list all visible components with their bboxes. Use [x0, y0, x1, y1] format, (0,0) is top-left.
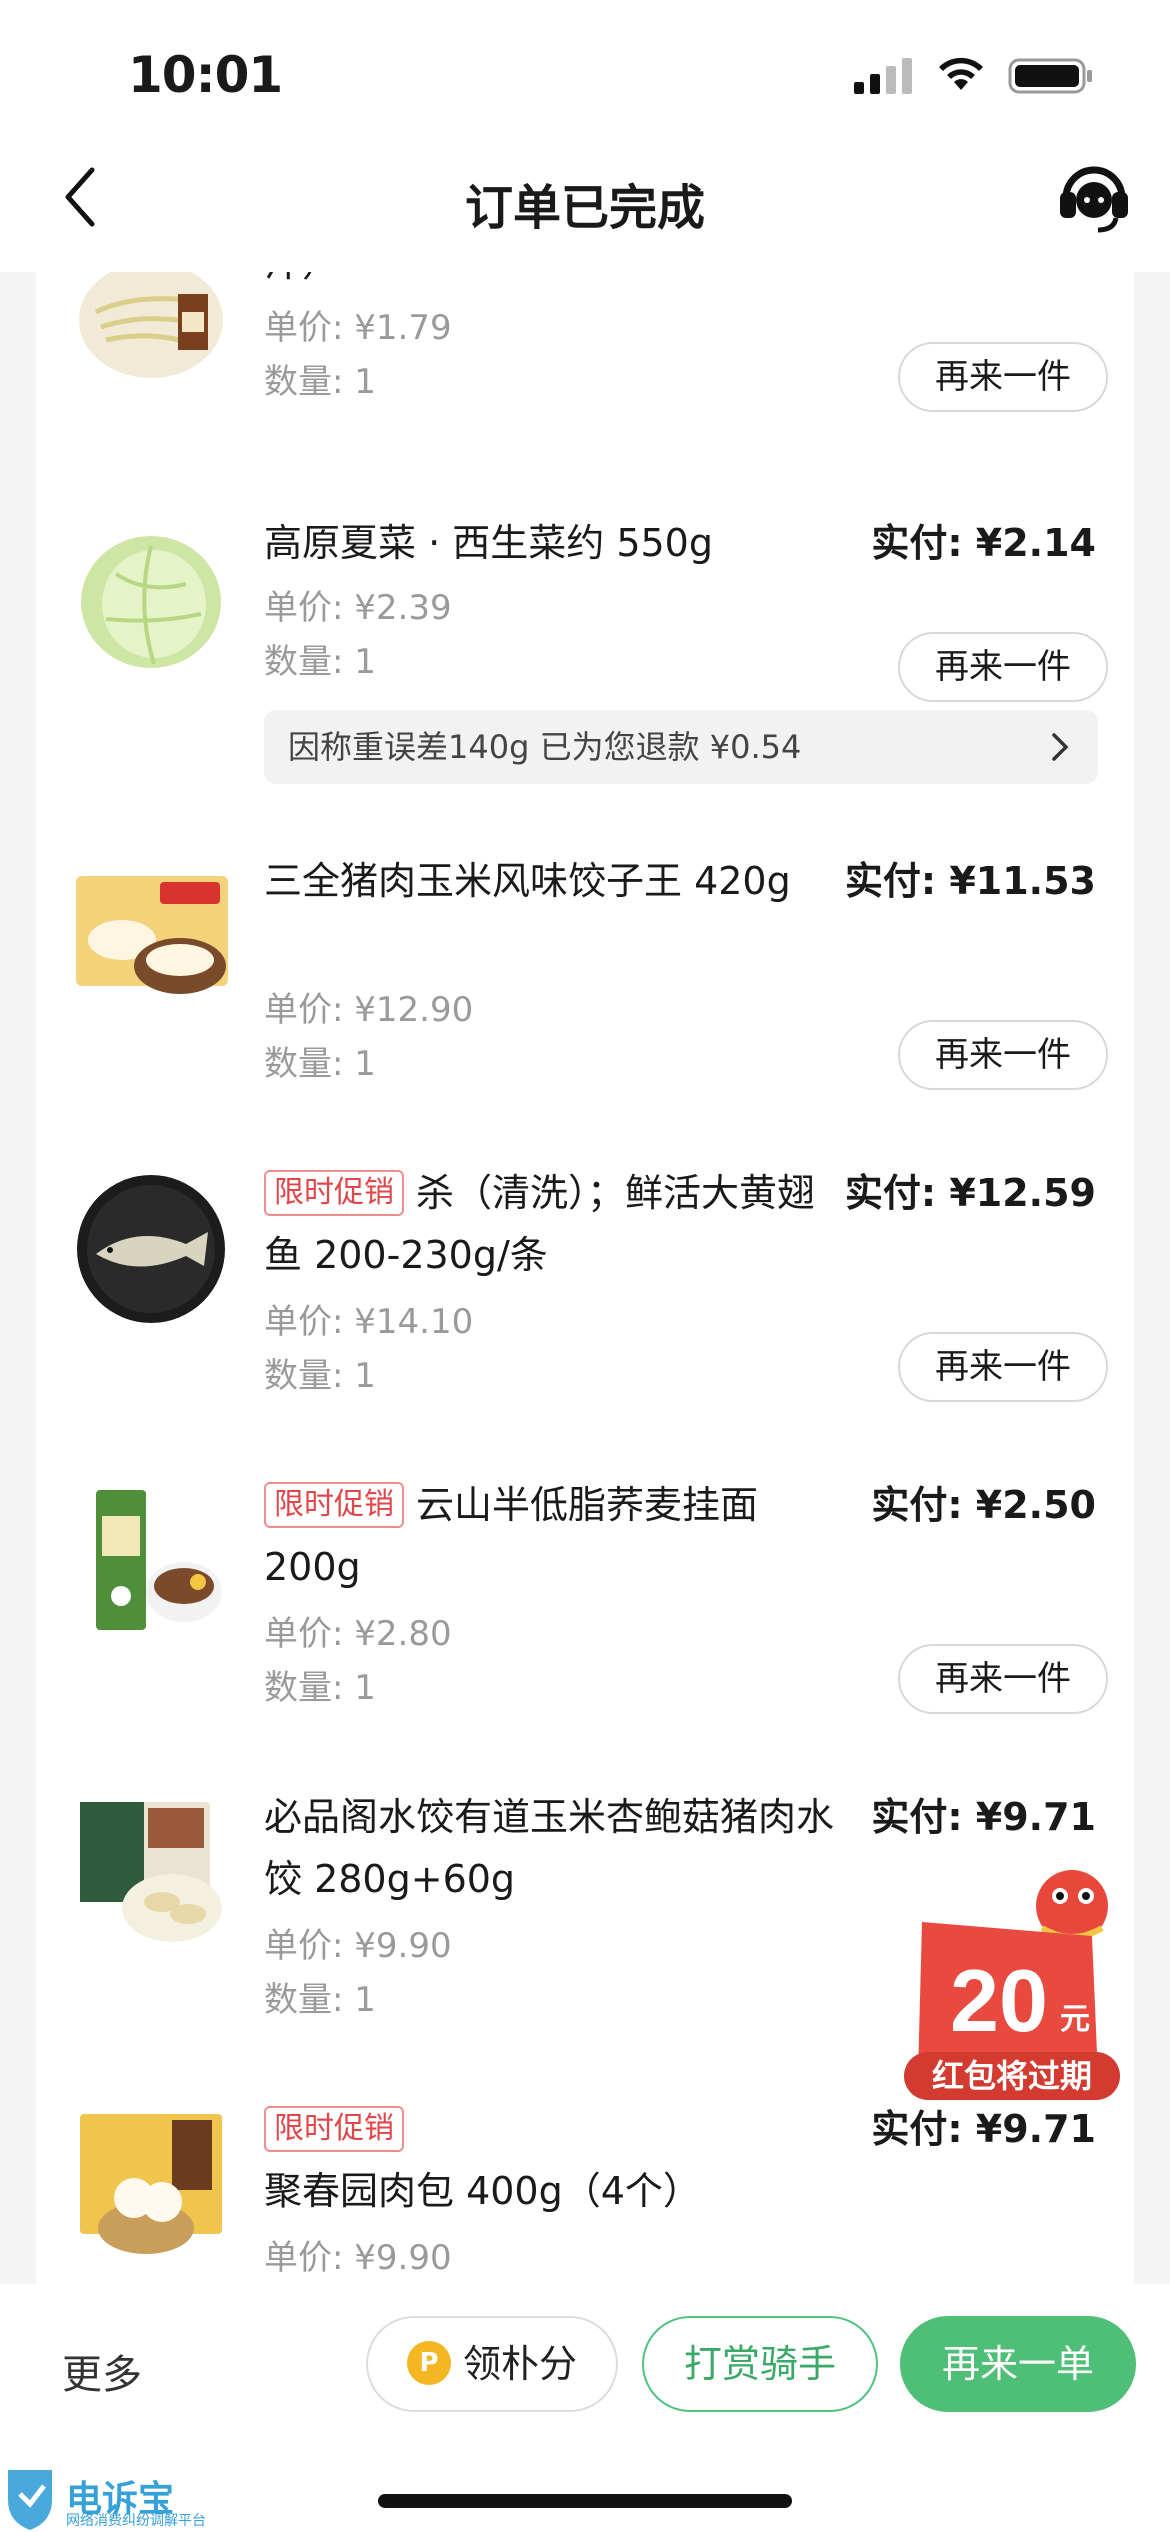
unit-price: 单价: ¥1.79	[264, 308, 452, 348]
product-name: 必品阁水饺有道玉米杏鲍菇猪肉水饺 280g+60g	[264, 1795, 835, 1901]
quantity: 数量: 1	[264, 1668, 376, 1708]
product-image	[80, 2114, 222, 2254]
buy-again-button[interactable]: 再来一件	[898, 1644, 1108, 1714]
tip-rider-button[interactable]: 打赏骑手	[642, 2316, 878, 2412]
wifi-icon	[939, 57, 983, 90]
product-name: 限时促销聚春园肉包 400g（4个）	[264, 2098, 844, 2222]
red-packet-float[interactable]: 20 元 红包将过期	[892, 1866, 1132, 2106]
product-name: 限时促销 杀（清洗）；鲜活大黄翅鱼 200-230g/条	[264, 1162, 844, 1286]
paid-amount: 实付: ¥12.59	[844, 1171, 1096, 1215]
promo-tag: 限时促销	[264, 1482, 404, 1528]
list-item: 限时促销 云山半低脂荞麦挂面 200g 实付: ¥2.50 单价: ¥2.80 数…	[36, 1474, 1134, 1774]
claim-points-button[interactable]: 领朴分	[366, 2316, 618, 2412]
status-bar: 10:01	[0, 0, 1170, 140]
home-indicator	[378, 2494, 792, 2508]
paid-amount: 实付: ¥9.71	[871, 2107, 1096, 2151]
quantity: 数量: 1	[264, 1356, 376, 1396]
product-image	[76, 876, 228, 994]
promo-tag: 限时促销	[264, 1170, 404, 1216]
cellular-signal-icon	[854, 58, 912, 94]
product-image	[77, 1175, 225, 1323]
red-packet-amount: 20	[950, 1951, 1048, 2050]
list-item: 高原夏菜 · 西生菜约 550g 实付: ¥2.14 单价: ¥2.39 数量:…	[36, 512, 1134, 832]
points-coin-icon	[406, 2341, 451, 2385]
red-packet-unit: 元	[1060, 2002, 1090, 2037]
product-image	[80, 1802, 222, 1942]
bottom-action-bar: 更多 领朴分 打赏骑手 再来一单 电诉宝 网络消费纠纷调解平台	[0, 2284, 1170, 2532]
list-item: 三全猪肉玉米风味饺子王 420g 实付: ¥11.53 单价: ¥12.90 数…	[36, 850, 1134, 1150]
paid-amount: 实付: ¥11.53	[844, 859, 1096, 903]
product-name: 高原夏菜 · 西生菜约 550g	[264, 521, 713, 565]
paid-amount: 实付: ¥2.50	[871, 1483, 1096, 1527]
watermark-subtitle: 网络消费纠纷调解平台	[66, 2513, 206, 2529]
refund-notice[interactable]: 因称重误差140g 已为您退款 ¥0.54	[264, 710, 1098, 784]
battery-icon	[1008, 58, 1092, 94]
red-packet-label: 红包将过期	[931, 2057, 1092, 2095]
unit-price: 单价: ¥2.80	[264, 1614, 452, 1654]
product-name: 三全猪肉玉米风味饺子王 420g	[264, 859, 791, 903]
reorder-button[interactable]: 再来一单	[900, 2316, 1136, 2412]
product-image	[81, 536, 221, 668]
unit-price: 单价: ¥14.10	[264, 1302, 474, 1342]
status-time: 10:01	[128, 46, 283, 104]
customer-service-icon[interactable]	[1056, 156, 1132, 236]
quantity: 数量: 1	[264, 362, 376, 402]
product-image	[96, 1490, 222, 1630]
more-button[interactable]: 更多	[62, 2342, 142, 2400]
list-item: 限时促销聚春园肉包 400g（4个） 实付: ¥9.71 单价: ¥9.90	[36, 2098, 1134, 2284]
unit-price: 单价: ¥9.90	[264, 1926, 452, 1966]
product-name-text: 聚春园肉包 400g（4个）	[264, 2169, 701, 2213]
refund-text: 因称重误差140g 已为您退款 ¥0.54	[288, 728, 802, 766]
quantity: 数量: 1	[264, 1980, 376, 2020]
claim-points-label: 领朴分	[462, 2342, 577, 2386]
promo-tag: 限时促销	[264, 2106, 404, 2152]
nav-bar: 订单已完成	[0, 140, 1170, 272]
product-name: 汁）	[264, 272, 844, 294]
chevron-right-icon	[1052, 733, 1069, 761]
quantity: 数量: 1	[264, 642, 376, 682]
product-name: 限时促销 云山半低脂荞麦挂面 200g	[264, 1474, 844, 1598]
unit-price: 单价: ¥12.90	[264, 990, 474, 1030]
list-item: 限时促销 杀（清洗）；鲜活大黄翅鱼 200-230g/条 实付: ¥12.59 单…	[36, 1162, 1134, 1462]
quantity: 数量: 1	[264, 1044, 376, 1084]
buy-again-button[interactable]: 再来一件	[898, 1332, 1108, 1402]
buy-again-button[interactable]: 再来一件	[898, 632, 1108, 702]
paid-amount: 实付: ¥9.71	[871, 1795, 1096, 1839]
buy-again-button[interactable]: 再来一件	[898, 1020, 1108, 1090]
unit-price: 单价: ¥9.90	[264, 2238, 452, 2278]
page-title: 订单已完成	[464, 180, 705, 236]
buy-again-button[interactable]: 再来一件	[898, 342, 1108, 412]
product-image	[79, 272, 223, 378]
paid-amount: 实付: ¥2.14	[871, 521, 1096, 565]
unit-price: 单价: ¥2.39	[264, 588, 452, 628]
